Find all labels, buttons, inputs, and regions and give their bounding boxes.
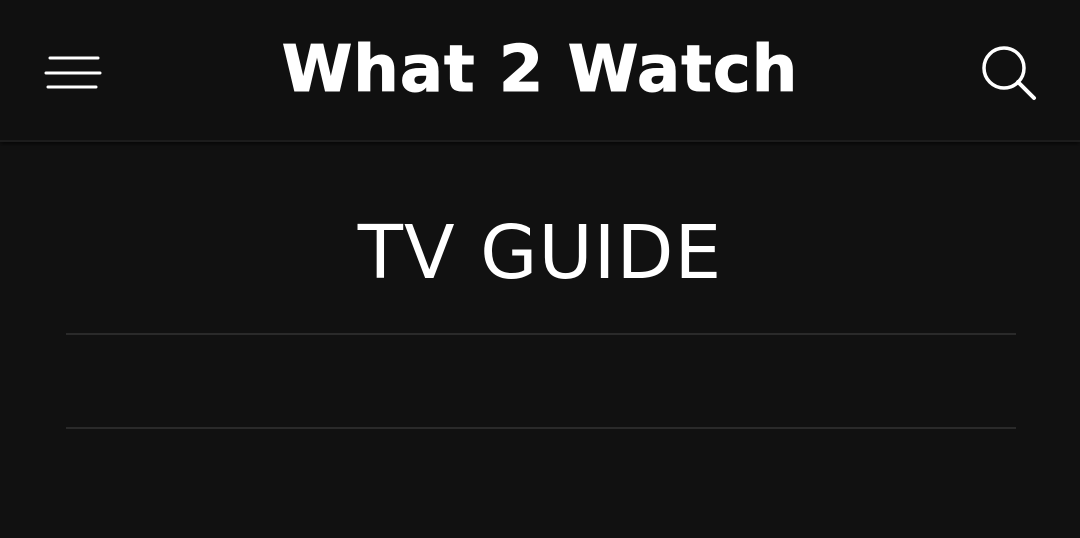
main-content: TV GUIDE [0, 142, 1080, 538]
search-button[interactable] [974, 40, 1044, 106]
search-icon [982, 46, 1036, 100]
hamburger-menu-icon [44, 56, 102, 89]
app-header: What 2 Watch [0, 0, 1080, 142]
page-title: TV GUIDE [357, 210, 723, 296]
app-title: What 2 Watch [281, 33, 799, 108]
divider-bottom [66, 427, 1016, 429]
menu-button[interactable] [40, 46, 104, 98]
guide-list-area [66, 335, 1016, 427]
app-screen: What 2 Watch TV GUIDE [0, 0, 1080, 538]
